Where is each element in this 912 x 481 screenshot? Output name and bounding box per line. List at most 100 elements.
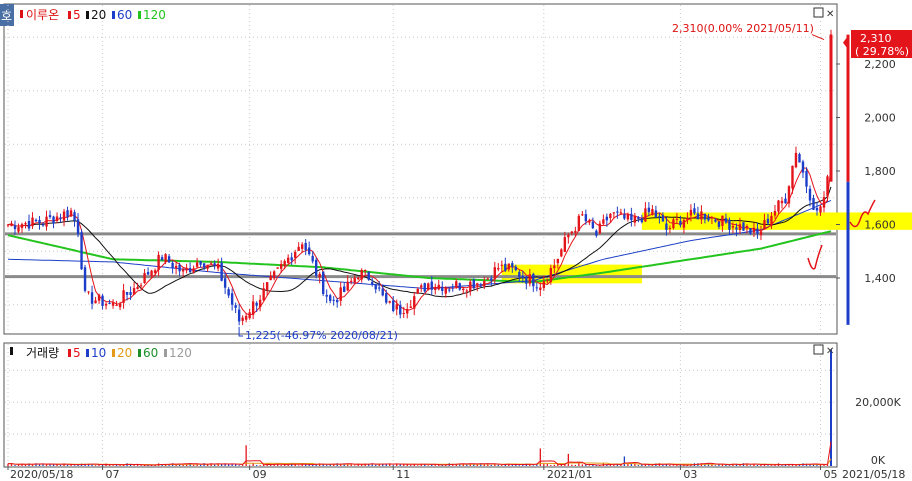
candle-body bbox=[388, 301, 391, 303]
candle-body bbox=[307, 247, 311, 255]
candle-body bbox=[41, 224, 45, 226]
candle-body bbox=[332, 299, 335, 301]
candle-body bbox=[735, 227, 738, 230]
candle-body bbox=[469, 281, 472, 292]
legend-item-label: 20 bbox=[117, 346, 132, 360]
legend-swatch bbox=[68, 349, 71, 357]
candle-body bbox=[371, 281, 374, 285]
candle-body bbox=[192, 268, 195, 273]
candle-body bbox=[346, 281, 349, 291]
candle-body bbox=[178, 265, 181, 272]
low-leader bbox=[238, 326, 243, 337]
legend-item-label: 5 bbox=[73, 346, 81, 360]
candle-body bbox=[213, 263, 216, 266]
candle-body bbox=[73, 212, 76, 221]
candle-body bbox=[269, 275, 272, 281]
candle-body bbox=[577, 215, 581, 231]
candle-body bbox=[819, 206, 822, 213]
candle-body bbox=[181, 269, 185, 272]
x-tick-label: 11 bbox=[396, 468, 410, 481]
candle-body bbox=[314, 259, 318, 276]
candle-body bbox=[455, 281, 458, 287]
candle-body bbox=[472, 279, 475, 289]
candle-body bbox=[262, 288, 265, 301]
candle-body bbox=[139, 285, 143, 287]
candle-body bbox=[167, 256, 171, 263]
candle-body bbox=[595, 230, 598, 236]
candle-body bbox=[686, 217, 689, 221]
candle-body bbox=[504, 263, 507, 271]
candle-body bbox=[258, 299, 262, 308]
candle-body bbox=[668, 227, 672, 229]
candle-body bbox=[381, 288, 384, 296]
candle-body bbox=[707, 218, 710, 221]
legend-item-label: 60 bbox=[117, 8, 132, 22]
restore-button[interactable] bbox=[813, 7, 824, 18]
candle-body bbox=[682, 220, 686, 228]
price-panel-frame bbox=[3, 3, 838, 335]
candle-body bbox=[10, 223, 13, 227]
candle-body bbox=[423, 283, 426, 292]
candle-body bbox=[115, 305, 118, 307]
candle-body bbox=[343, 286, 346, 292]
candle-body bbox=[136, 286, 139, 290]
candle-body bbox=[805, 170, 808, 187]
candle-body bbox=[759, 231, 763, 236]
volume-legend: 거래량 5 10 20 60 120 bbox=[10, 346, 192, 360]
close-button[interactable]: ✕ bbox=[826, 9, 834, 20]
candle-body bbox=[97, 294, 101, 301]
stock-chart-window: 호 2,200 2,000 1,800 1,600 1,400 20,000K 0K 2020… bbox=[0, 0, 912, 481]
legend-swatch bbox=[138, 349, 141, 357]
candle-body bbox=[808, 188, 812, 201]
candle-body bbox=[560, 249, 563, 257]
candle-body bbox=[202, 263, 206, 268]
candle-body bbox=[125, 292, 129, 295]
candle-body bbox=[605, 216, 609, 221]
candle-body bbox=[521, 275, 525, 278]
candle-body bbox=[55, 216, 59, 222]
candle-body bbox=[493, 267, 496, 280]
candle-body bbox=[623, 214, 626, 219]
candle-body bbox=[66, 210, 69, 218]
candle-body bbox=[272, 271, 276, 279]
candle-body bbox=[427, 283, 430, 290]
candle-body bbox=[283, 260, 286, 267]
candle-body bbox=[791, 165, 794, 189]
close-button-volume[interactable]: ✕ bbox=[826, 346, 834, 357]
candle-body bbox=[104, 303, 108, 306]
candle-body bbox=[780, 200, 784, 204]
candle-body bbox=[777, 200, 780, 212]
x-tick-label: 03 bbox=[683, 468, 697, 481]
candle-body bbox=[360, 270, 363, 280]
candle-body bbox=[416, 288, 419, 294]
candle-body bbox=[328, 295, 332, 301]
candle-body bbox=[318, 273, 321, 278]
candle-body bbox=[339, 287, 342, 301]
candle-body bbox=[546, 280, 549, 282]
candle-body bbox=[290, 257, 293, 261]
legend-swatch bbox=[68, 11, 71, 19]
candle-body bbox=[794, 152, 798, 168]
candle-body bbox=[556, 258, 560, 264]
candle-body bbox=[700, 211, 703, 220]
candle-body bbox=[265, 282, 269, 291]
candle-body bbox=[714, 219, 717, 222]
candle-body bbox=[251, 301, 255, 315]
candle-body bbox=[17, 227, 20, 232]
candle-body bbox=[38, 219, 41, 224]
candle-body bbox=[507, 263, 511, 270]
candle-body bbox=[392, 300, 395, 312]
volume-panel-frame bbox=[3, 342, 838, 468]
candle-body bbox=[402, 312, 405, 314]
legend-swatch bbox=[86, 11, 89, 19]
candle-body bbox=[661, 215, 665, 222]
chart-svg: 호 2,2002,0001,8001,6001,40020,000K0K2020… bbox=[0, 3, 912, 481]
candle-body bbox=[826, 176, 829, 197]
candle-body bbox=[27, 221, 31, 229]
candle-body bbox=[591, 221, 595, 229]
candle-body bbox=[539, 287, 542, 290]
candle-body bbox=[52, 216, 55, 224]
restore-button-volume[interactable] bbox=[813, 344, 824, 355]
candle-body bbox=[462, 288, 465, 291]
candle-body bbox=[542, 281, 546, 289]
